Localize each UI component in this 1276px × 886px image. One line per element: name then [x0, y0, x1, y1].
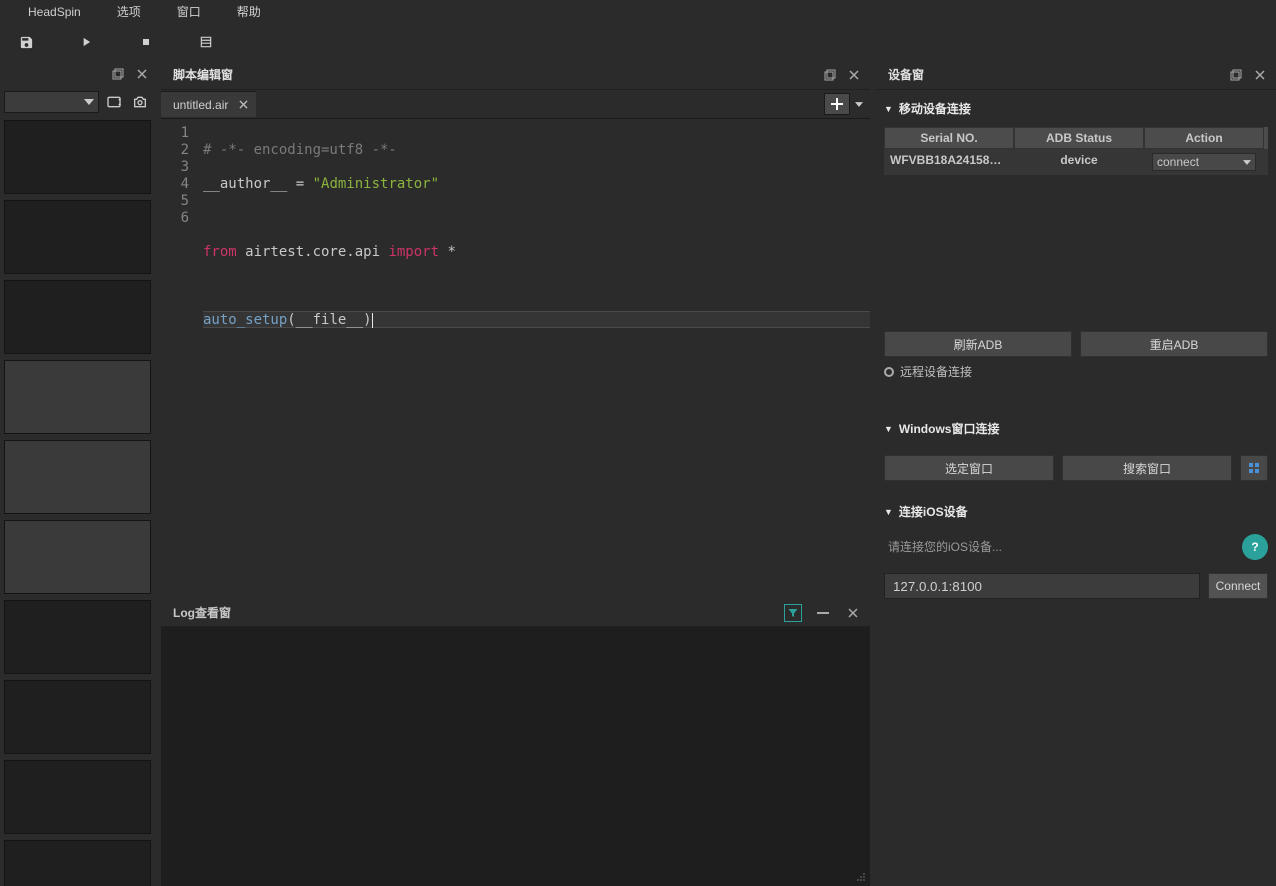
menu-help[interactable]: 帮助: [219, 0, 279, 24]
ios-connect-button[interactable]: Connect: [1208, 573, 1268, 599]
snapshot-thumb[interactable]: [4, 840, 151, 886]
plus-icon: [830, 97, 844, 111]
snapshot-thumb[interactable]: [4, 280, 151, 354]
mobile-connect-header[interactable]: ▼ 移动设备连接: [884, 94, 1268, 123]
search-window-button[interactable]: 搜索窗口: [1062, 455, 1232, 481]
triangle-down-icon: ▼: [884, 424, 893, 434]
chevron-down-icon: [855, 102, 863, 107]
ios-address-input[interactable]: [884, 573, 1200, 599]
snapshot-panel: [0, 60, 155, 886]
snapshot-thumb[interactable]: [4, 760, 151, 834]
radio-icon: [884, 367, 894, 377]
log-filter-button[interactable]: [784, 604, 802, 622]
add-dropdown[interactable]: [852, 93, 866, 115]
save-button[interactable]: [8, 28, 44, 56]
crosshair-icon: [1247, 461, 1261, 475]
panel-restore-icon[interactable]: [1228, 67, 1244, 83]
device-titlebar: 设备窗: [876, 60, 1276, 90]
device-table: Serial NO. ADB Status Action WFVBB18A241…: [884, 127, 1268, 325]
stop-button[interactable]: [128, 28, 164, 56]
code-editor[interactable]: 1 2 3 4 5 6 # -*- encoding=utf8 -*- __au…: [161, 118, 870, 593]
save-icon: [19, 35, 34, 50]
snapshot-thumb[interactable]: [4, 680, 151, 754]
add-button[interactable]: [824, 93, 850, 115]
editor-tab[interactable]: untitled.air: [161, 91, 256, 117]
select-window-button[interactable]: 选定窗口: [884, 455, 1054, 481]
editor-panel-title: 脚本编辑窗: [173, 66, 233, 83]
restart-adb-button[interactable]: 重启ADB: [1080, 331, 1268, 357]
device-connect-dropdown[interactable]: connect: [1152, 153, 1256, 171]
report-icon: [199, 35, 213, 49]
panel-restore-icon[interactable]: [109, 65, 127, 83]
menu-headspin[interactable]: HeadSpin: [10, 0, 99, 24]
menu-window[interactable]: 窗口: [159, 0, 219, 24]
device-row[interactable]: WFVBB18A24158… device connect: [884, 149, 1268, 175]
capture-icon[interactable]: [103, 91, 125, 113]
panel-close-icon[interactable]: [133, 65, 151, 83]
text-cursor: [372, 313, 373, 328]
triangle-down-icon: ▼: [884, 104, 893, 114]
snapshot-thumb[interactable]: [4, 520, 151, 594]
stop-icon: [140, 36, 152, 48]
help-button[interactable]: ?: [1242, 534, 1268, 560]
th-action[interactable]: Action: [1144, 127, 1264, 149]
line-gutter: 1 2 3 4 5 6: [161, 119, 197, 593]
log-close-icon[interactable]: [844, 604, 862, 622]
snapshot-thumb[interactable]: [4, 360, 151, 434]
log-output[interactable]: [161, 627, 870, 886]
panel-restore-icon[interactable]: [822, 67, 838, 83]
snapshot-thumb[interactable]: [4, 600, 151, 674]
device-action-cell: connect: [1144, 149, 1264, 175]
chevron-down-icon: [1243, 160, 1251, 165]
code-area[interactable]: # -*- encoding=utf8 -*- __author__ = "Ad…: [197, 119, 870, 593]
device-panel-title: 设备窗: [888, 66, 924, 83]
device-serial: WFVBB18A24158…: [884, 149, 1014, 175]
device-list-empty: [884, 175, 1268, 325]
tab-close-icon[interactable]: [236, 98, 250, 112]
remote-connect-header[interactable]: 远程设备连接: [884, 357, 1268, 386]
resize-grip-icon[interactable]: [856, 872, 866, 882]
play-icon: [79, 35, 93, 49]
windows-connect-header[interactable]: ▼ Windows窗口连接: [884, 414, 1268, 443]
run-button[interactable]: [68, 28, 104, 56]
device-status: device: [1014, 149, 1144, 175]
ios-prompt-text: 请连接您的iOS设备...: [884, 526, 1006, 567]
log-panel-title: Log查看窗: [173, 604, 231, 621]
menu-bar: HeadSpin 选项 窗口 帮助: [0, 0, 1276, 24]
snapshot-thumb[interactable]: [4, 440, 151, 514]
refresh-adb-button[interactable]: 刷新ADB: [884, 331, 1072, 357]
ios-connect-header[interactable]: ▼ 连接iOS设备: [884, 497, 1268, 526]
editor-titlebar: 脚本编辑窗: [161, 60, 870, 90]
th-serial[interactable]: Serial NO.: [884, 127, 1014, 149]
snapshot-thumb[interactable]: [4, 200, 151, 274]
snapshot-thumb[interactable]: [4, 120, 151, 194]
tab-label: untitled.air: [173, 98, 228, 112]
report-button[interactable]: [188, 28, 224, 56]
log-titlebar: Log查看窗: [161, 599, 870, 627]
snapshot-dropdown[interactable]: [4, 91, 99, 113]
snapshot-list[interactable]: [0, 116, 155, 886]
chevron-down-icon: [84, 99, 94, 105]
panel-close-icon[interactable]: [846, 67, 862, 83]
panel-close-icon[interactable]: [1252, 67, 1268, 83]
log-minimize-icon[interactable]: [814, 604, 832, 622]
toolbar: [0, 24, 1276, 60]
camera-icon[interactable]: [129, 91, 151, 113]
menu-options[interactable]: 选项: [99, 0, 159, 24]
th-status[interactable]: ADB Status: [1014, 127, 1144, 149]
device-panel: 设备窗 ▼ 移动设备连接 Serial NO. ADB Status Acti: [876, 60, 1276, 886]
triangle-down-icon: ▼: [884, 507, 893, 517]
crosshair-button[interactable]: [1240, 455, 1268, 481]
